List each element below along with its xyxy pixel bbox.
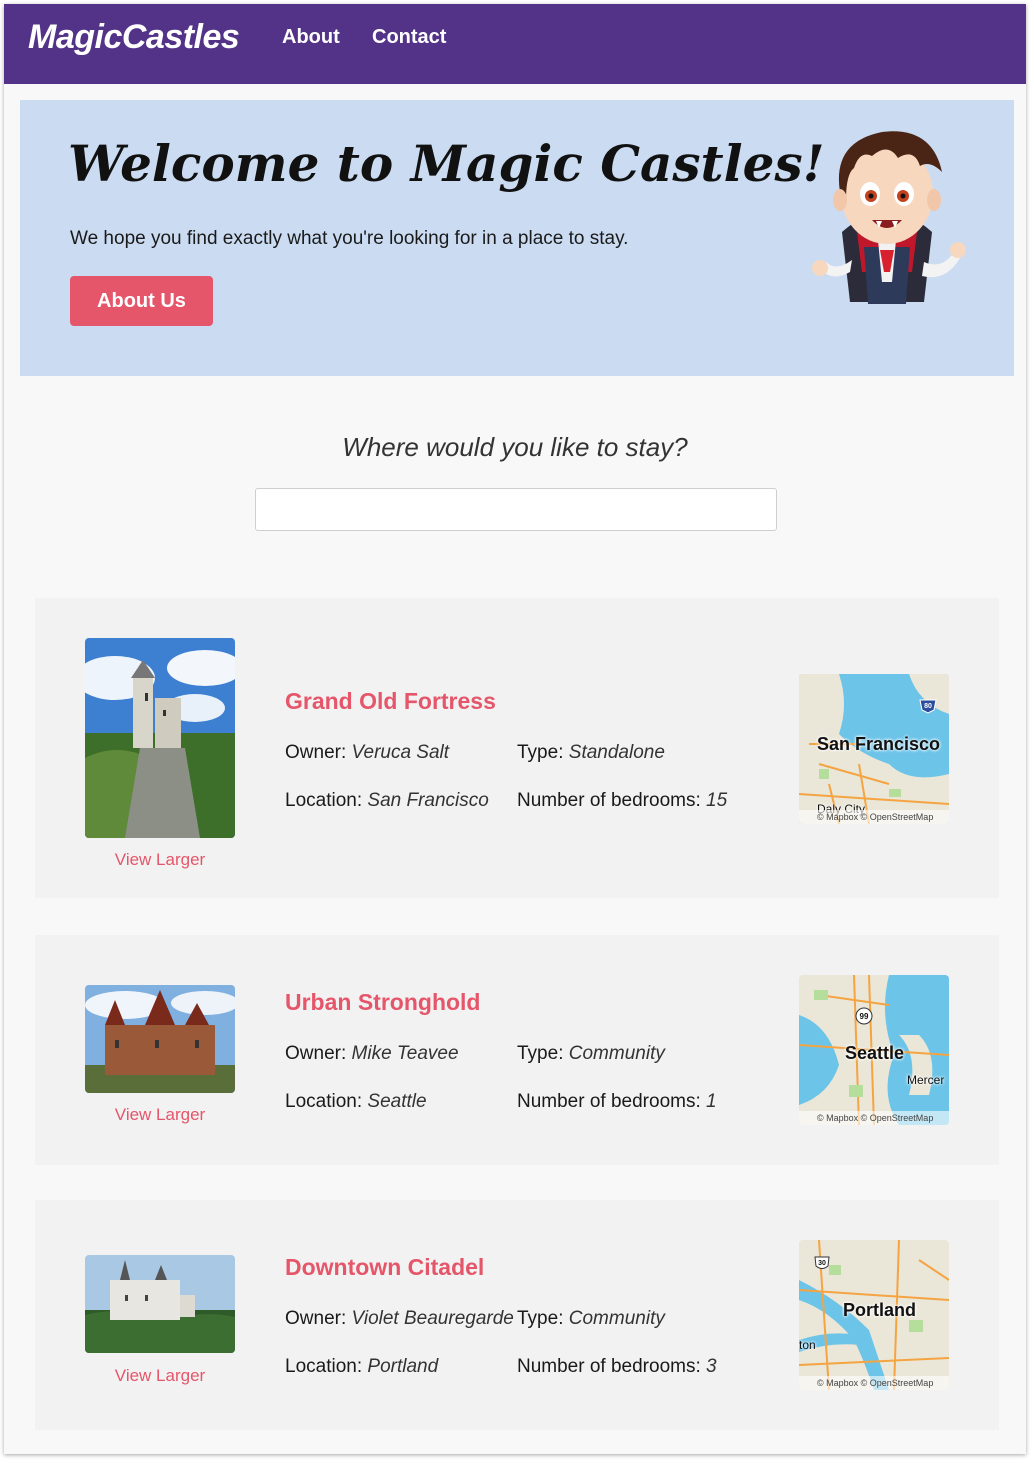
location-map[interactable]: 80 San Francisco Daly City © Mapbox © Op… — [799, 674, 949, 824]
bedrooms-label: Number of bedrooms: — [517, 1091, 701, 1112]
castle-name[interactable]: Downtown Citadel — [285, 1254, 484, 1281]
view-larger-link[interactable]: View Larger — [85, 850, 235, 870]
location-value: Portland — [367, 1356, 439, 1377]
castle-photo[interactable] — [85, 1255, 235, 1353]
navbar: MagicCastles About Contact — [4, 4, 1026, 84]
castle-photo[interactable] — [85, 638, 235, 838]
about-us-button[interactable]: About Us — [70, 276, 213, 326]
location-info: Location: Portland — [285, 1356, 438, 1378]
type-value: Standalone — [568, 742, 665, 763]
svg-text:99: 99 — [860, 1012, 869, 1021]
location-map[interactable]: 99 Seattle Mercer © Mapbox © OpenStreetM… — [799, 975, 949, 1125]
map-attribution[interactable]: © Mapbox © OpenStreetMap — [799, 1376, 949, 1390]
castle-name[interactable]: Urban Stronghold — [285, 989, 480, 1016]
map-city-label: Portland — [843, 1300, 917, 1320]
hero-subtitle: We hope you find exactly what you're loo… — [70, 228, 629, 249]
location-info: Location: Seattle — [285, 1091, 427, 1113]
view-larger-link[interactable]: View Larger — [85, 1105, 235, 1125]
map-city-label: San Francisco — [817, 734, 941, 754]
location-value: San Francisco — [367, 790, 489, 811]
location-map[interactable]: 30 Portland ton © Mapbox © OpenStreetMap — [799, 1240, 949, 1390]
location-info: Location: San Francisco — [285, 790, 489, 812]
nav-link-about[interactable]: About — [282, 26, 340, 49]
type-label: Type: — [517, 742, 564, 763]
map-attribution[interactable]: © Mapbox © OpenStreetMap — [799, 810, 949, 824]
owner-value: Violet Beauregarde — [351, 1308, 514, 1329]
bedrooms-info: Number of bedrooms: 3 — [517, 1356, 717, 1378]
location-label: Location: — [285, 1091, 363, 1112]
owner-info: Owner: Violet Beauregarde — [285, 1308, 514, 1330]
highway-shield-icon: 80 — [919, 699, 937, 714]
type-value: Community — [568, 1043, 665, 1064]
castle-photo[interactable] — [85, 985, 235, 1093]
hero-banner: Welcome to Magic Castles! We hope you fi… — [20, 100, 1014, 376]
listing-card: View Larger Urban Stronghold Owner: Mike… — [35, 935, 999, 1165]
owner-value: Veruca Salt — [351, 742, 450, 763]
type-info: Type: Community — [517, 1308, 665, 1330]
listing-card: View Larger Downtown Citadel Owner: Viol… — [35, 1200, 999, 1430]
owner-label: Owner: — [285, 1308, 347, 1329]
owner-value: Mike Teavee — [351, 1043, 459, 1064]
type-label: Type: — [517, 1308, 564, 1329]
type-info: Type: Standalone — [517, 742, 665, 764]
hero-title: Welcome to Magic Castles! — [68, 134, 825, 193]
highway-shield-icon: 99 — [855, 1007, 873, 1025]
owner-info: Owner: Veruca Salt — [285, 742, 449, 764]
svg-text:80: 80 — [924, 703, 932, 710]
location-label: Location: — [285, 790, 363, 811]
castle-name[interactable]: Grand Old Fortress — [285, 688, 496, 715]
page-frame: MagicCastles About Contact Welcome to Ma… — [4, 4, 1026, 1454]
bedrooms-info: Number of bedrooms: 15 — [517, 790, 727, 812]
bedrooms-info: Number of bedrooms: 1 — [517, 1091, 717, 1113]
view-larger-link[interactable]: View Larger — [85, 1366, 235, 1386]
owner-info: Owner: Mike Teavee — [285, 1043, 459, 1065]
vampire-mascot-image — [812, 131, 966, 304]
type-label: Type: — [517, 1043, 564, 1064]
svg-text:30: 30 — [818, 1260, 826, 1267]
search-input[interactable] — [255, 488, 777, 531]
bedrooms-label: Number of bedrooms: — [517, 1356, 701, 1377]
map-city-label: Seattle — [845, 1043, 905, 1063]
highway-shield-icon: 30 — [814, 1256, 830, 1269]
location-label: Location: — [285, 1356, 363, 1377]
location-value: Seattle — [367, 1091, 427, 1112]
type-info: Type: Community — [517, 1043, 665, 1065]
bedrooms-value: 3 — [706, 1356, 717, 1377]
brand-logo[interactable]: MagicCastles — [28, 18, 240, 57]
owner-label: Owner: — [285, 742, 347, 763]
map-attribution[interactable]: © Mapbox © OpenStreetMap — [799, 1111, 949, 1125]
map-area-label: Mercer — [907, 1073, 945, 1087]
search-prompt: Where would you like to stay? — [342, 432, 688, 462]
owner-label: Owner: — [285, 1043, 347, 1064]
listing-card: View Larger Grand Old Fortress Owner: Ve… — [35, 598, 999, 898]
bedrooms-value: 1 — [706, 1091, 717, 1112]
nav-link-contact[interactable]: Contact — [372, 26, 446, 49]
map-area-label: ton — [799, 1338, 816, 1352]
type-value: Community — [568, 1308, 665, 1329]
bedrooms-label: Number of bedrooms: — [517, 790, 701, 811]
bedrooms-value: 15 — [706, 790, 728, 811]
